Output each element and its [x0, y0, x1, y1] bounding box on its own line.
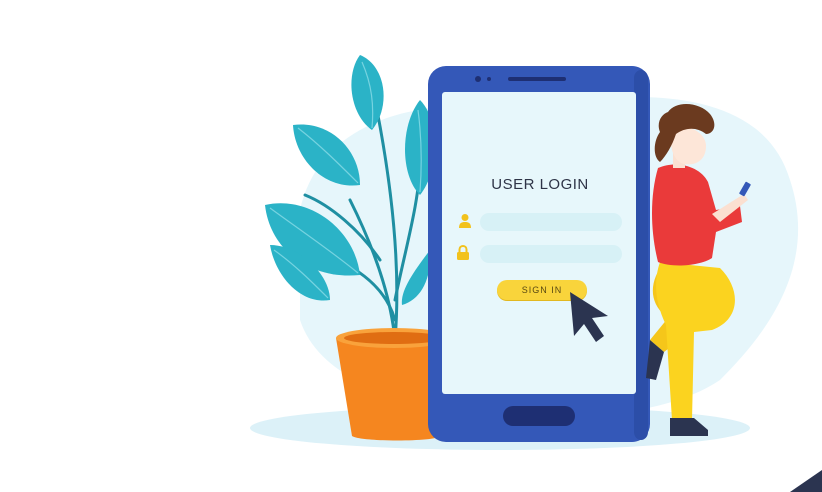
person-front-leg	[656, 262, 735, 420]
person-front-shoe	[670, 418, 708, 436]
illustration: USER LOGIN SIGN IN	[0, 0, 822, 492]
person-figure	[646, 103, 751, 436]
person-phone	[739, 181, 751, 197]
